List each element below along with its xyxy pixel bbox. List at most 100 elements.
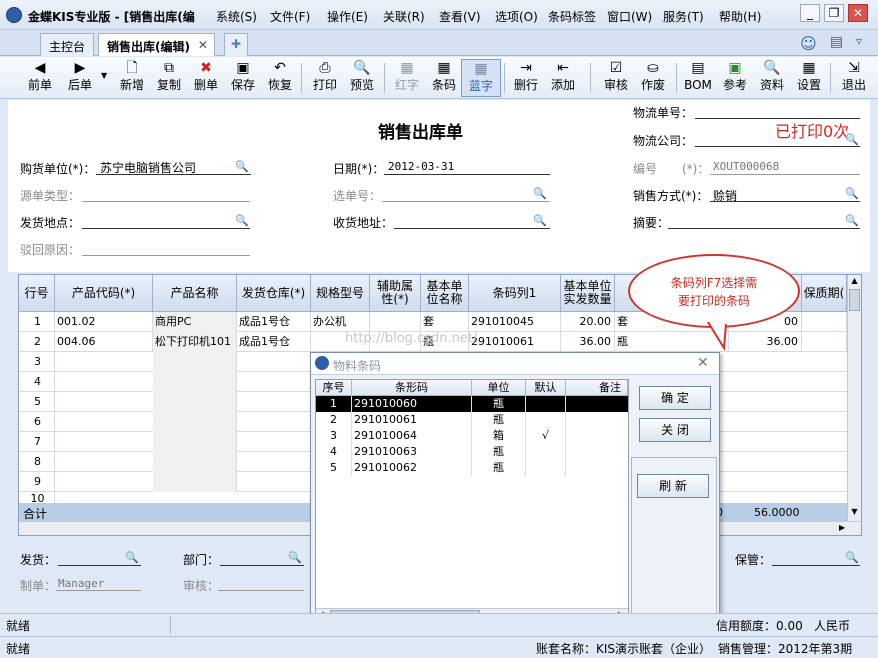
lookup-icon[interactable]: 🔍 — [845, 133, 859, 146]
scroll-down-icon[interactable]: ▼ — [849, 507, 860, 519]
reject-reason-field[interactable] — [82, 255, 250, 256]
print-button[interactable]: ⎙ 打印 — [305, 59, 345, 97]
menu-system[interactable]: 系统(S) — [216, 8, 257, 25]
col-header[interactable]: 备注 — [566, 380, 628, 396]
cell-barcode[interactable]: 291010061 — [469, 332, 561, 352]
smiley-icon[interactable]: ☺ — [800, 34, 817, 53]
list-item[interactable]: 2 291010061 瓶 — [316, 412, 628, 428]
keeper-field[interactable] — [772, 565, 860, 566]
settings-button[interactable]: ▦ 设置 — [789, 59, 829, 97]
ship-place-field[interactable] — [82, 228, 250, 229]
col-header[interactable]: 基本单位名称 — [421, 275, 469, 312]
cell-barcode[interactable]: 291010045 — [469, 312, 561, 332]
new-tab-icon[interactable]: ✚ — [224, 33, 248, 56]
list-item[interactable]: 1 291010060 瓶 — [316, 396, 628, 412]
col-header[interactable]: 默认 — [526, 380, 566, 396]
prev-doc-button[interactable]: ◀ 前单 — [20, 59, 60, 97]
cell-qty[interactable]: 20.00 — [561, 312, 615, 332]
cell-warehouse[interactable]: 成品1号仓 — [237, 332, 311, 352]
col-header[interactable]: 保质期( — [802, 275, 847, 312]
col-header[interactable]: 序号 — [316, 380, 352, 396]
tab-console[interactable]: 主控台 — [40, 33, 95, 56]
new-button[interactable]: 🗋 新增 — [112, 59, 152, 97]
menu-barcode-label[interactable]: 条码标签 — [548, 8, 596, 25]
menu-service[interactable]: 服务(T) — [663, 8, 704, 25]
dropdown-icon[interactable]: ▿ — [856, 34, 862, 48]
col-header[interactable]: 行号 — [19, 275, 55, 312]
logistics-co-field[interactable] — [695, 146, 860, 147]
preview-button[interactable]: 🔍 预览 — [342, 59, 382, 97]
lookup-icon[interactable]: 🔍 — [533, 187, 547, 200]
menu-view[interactable]: 查看(V) — [439, 8, 481, 25]
col-header[interactable]: 条形码 — [352, 380, 472, 396]
source-type-field[interactable] — [82, 201, 250, 202]
bom-button[interactable]: ▤ BOM — [678, 59, 718, 97]
col-header[interactable]: 规格型号 — [311, 275, 370, 312]
tab-sales-outbound[interactable]: 销售出库(编辑) ✕ — [98, 33, 215, 56]
col-header[interactable]: 辅助属性(*) — [370, 275, 421, 312]
vertical-scrollbar[interactable]: ▲ ▼ — [847, 275, 861, 521]
next-doc-button[interactable]: ▶ 后单 — [60, 59, 100, 97]
restore-button[interactable]: ↶ 恢复 — [260, 59, 300, 97]
summary-field[interactable] — [668, 228, 860, 229]
menu-help[interactable]: 帮助(H) — [719, 8, 761, 25]
lookup-icon[interactable]: 🔍 — [845, 214, 859, 227]
blue-word-button[interactable]: ▦ 蓝字 — [461, 59, 501, 97]
add-row-button[interactable]: ⇤ 添加 — [543, 59, 583, 97]
minimize-icon[interactable]: _ — [800, 4, 820, 22]
void-button[interactable]: ⛀ 作废 — [633, 59, 673, 97]
list-item[interactable]: 5 291010062 瓶 — [316, 460, 628, 476]
reference-button[interactable]: ▣ 参考 — [715, 59, 755, 97]
data-button[interactable]: 🔍 资料 — [752, 59, 792, 97]
col-header[interactable]: 单位 — [472, 380, 526, 396]
lookup-icon[interactable]: 🔍 — [235, 160, 249, 173]
cell-code[interactable]: 004.06 — [55, 332, 153, 352]
cell-aux[interactable] — [370, 312, 421, 332]
menu-window[interactable]: 窗口(W) — [607, 8, 652, 25]
menu-relate[interactable]: 关联(R) — [383, 8, 425, 25]
lookup-icon[interactable]: 🔍 — [235, 214, 249, 227]
restore-icon[interactable]: ❐ — [824, 4, 844, 22]
red-word-button[interactable]: ▦ 红字 — [387, 59, 427, 97]
col-header[interactable]: 基本单位实发数量 — [561, 275, 615, 312]
lookup-icon[interactable]: 🔍 — [288, 551, 302, 564]
menu-options[interactable]: 选项(O) — [495, 8, 538, 25]
cell-qty[interactable]: 36.00 — [561, 332, 615, 352]
menu-operate[interactable]: 操作(E) — [327, 8, 368, 25]
lookup-icon[interactable]: 🔍 — [125, 551, 139, 564]
cell-code[interactable]: 001.02 — [55, 312, 153, 332]
col-header[interactable]: 条码列1 — [469, 275, 561, 312]
scroll-up-icon[interactable]: ▲ — [849, 276, 860, 288]
menu-file[interactable]: 文件(F) — [270, 8, 310, 25]
ship-field[interactable] — [58, 565, 141, 566]
lookup-icon[interactable]: 🔍 — [533, 214, 547, 227]
receive-addr-field[interactable] — [394, 228, 550, 229]
close-icon[interactable]: ✕ — [848, 4, 868, 22]
list-item[interactable]: 4 291010063 瓶 — [316, 444, 628, 460]
logistics-no-field[interactable] — [695, 118, 860, 119]
col-header[interactable]: 发货仓库(*) — [237, 275, 311, 312]
col-header[interactable]: 产品代码(*) — [55, 275, 153, 312]
scroll-thumb[interactable] — [849, 289, 860, 311]
barcode-button[interactable]: ▦ 条码 — [424, 59, 464, 97]
refresh-button[interactable]: 刷 新 — [637, 474, 709, 498]
dept-field[interactable] — [220, 565, 304, 566]
cell-shelf[interactable] — [802, 332, 847, 352]
date-value[interactable]: 2012-03-31 — [388, 160, 454, 173]
audit-button[interactable]: ☑ 审核 — [596, 59, 636, 97]
cell-shelf[interactable] — [802, 312, 847, 332]
select-no-field[interactable] — [382, 201, 550, 202]
lookup-icon[interactable]: 🔍 — [845, 187, 859, 200]
tab-close-icon[interactable]: ✕ — [198, 38, 208, 52]
message-icon[interactable]: ▤ — [830, 34, 843, 50]
copy-button[interactable]: ⧉ 复制 — [149, 59, 189, 97]
ok-button[interactable]: 确 定 — [639, 386, 711, 410]
close-button[interactable]: 关 闭 — [639, 418, 711, 442]
dialog-close-icon[interactable]: ✕ — [697, 355, 709, 371]
save-button[interactable]: ▣ 保存 — [223, 59, 263, 97]
exit-button[interactable]: ⇲ 退出 — [834, 59, 874, 97]
col-header[interactable]: 产品名称 — [153, 275, 237, 312]
cell-warehouse[interactable]: 成品1号仓 — [237, 312, 311, 332]
dropdown-arrow-icon[interactable]: ▼ — [101, 71, 107, 80]
delete-row-button[interactable]: ⇥ 删行 — [506, 59, 546, 97]
